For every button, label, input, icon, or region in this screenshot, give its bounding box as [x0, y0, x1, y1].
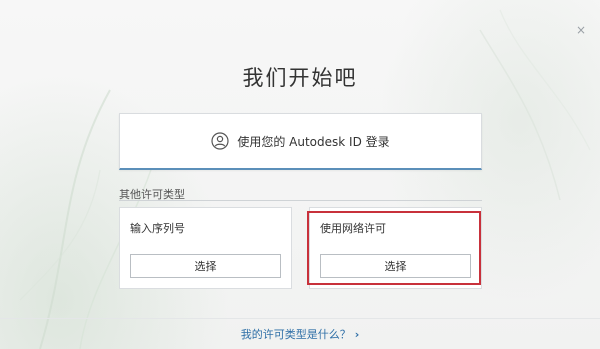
help-link-label: 我的许可类型是什么？	[240, 328, 351, 341]
serial-number-select-button[interactable]: 选择	[130, 254, 281, 278]
page-title: 我们开始吧	[242, 66, 358, 90]
user-icon	[211, 132, 229, 150]
background-art	[19, 9, 591, 349]
signin-autodesk-id-button[interactable]: 使用您的 Autodesk ID 登录	[119, 113, 482, 170]
footer-divider	[0, 318, 600, 319]
serial-number-title: 输入序列号	[130, 222, 185, 235]
chevron-right-icon: ›	[354, 328, 360, 341]
network-license-select-button[interactable]: 选择	[320, 254, 471, 278]
license-type-help-link[interactable]: 我的许可类型是什么？ ›	[0, 326, 600, 342]
network-license-card: 使用网络许可 选择	[309, 207, 482, 289]
network-license-title: 使用网络许可	[320, 222, 386, 235]
background	[0, 0, 600, 349]
signin-label: 使用您的 Autodesk ID 登录	[237, 134, 390, 149]
section-divider	[119, 200, 482, 201]
close-icon[interactable]: ×	[576, 24, 586, 36]
serial-number-card: 输入序列号 选择	[119, 207, 292, 289]
